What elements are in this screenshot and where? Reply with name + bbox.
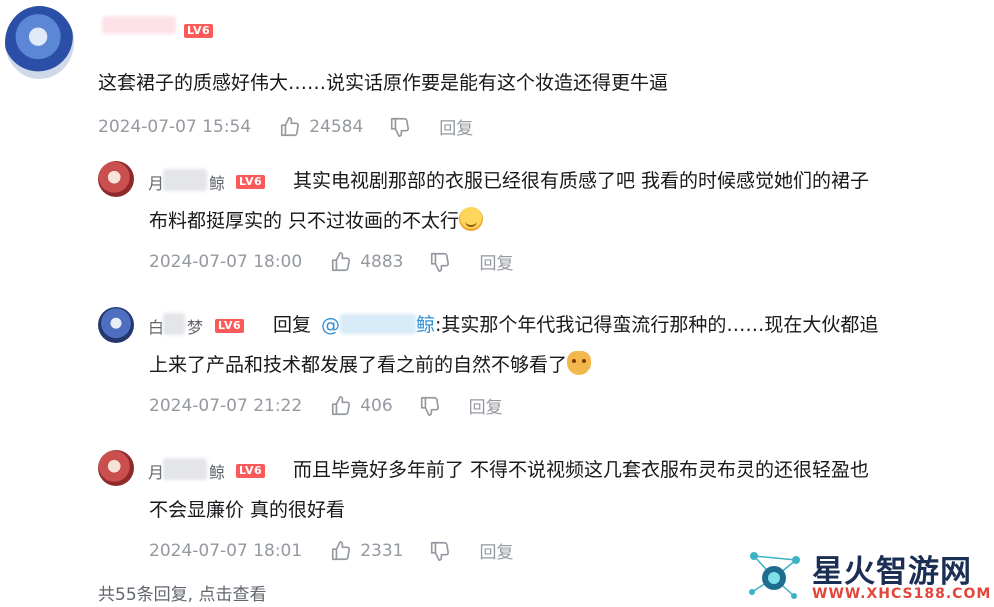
username-masked — [163, 313, 185, 335]
comment-text-line1: 而且毕竟好多年前了 不得不说视频这几套衣服布灵布灵的还很轻盈也 — [293, 459, 870, 481]
reply-button[interactable]: 回复 — [439, 114, 473, 139]
mention-masked — [340, 314, 417, 334]
comment-text: :其实那个年代我记得蛮流行那种的……现在大伙都追 — [435, 314, 879, 336]
like-button[interactable]: 24584 — [279, 116, 363, 138]
comment-time: 2024-07-07 15:54 — [98, 116, 252, 137]
mention-at: @ — [321, 314, 341, 336]
thumbs-down-icon — [431, 252, 450, 272]
comment-text-line2: 布料都挺厚实的 只不过妆画的不太行 — [149, 202, 484, 240]
reply-button[interactable]: 回复 — [469, 393, 503, 418]
username-start[interactable]: 白 — [148, 314, 164, 338]
watermark: 星火智游网 WWW.XHCS188.COM — [744, 546, 992, 604]
network-logo-icon — [749, 552, 800, 599]
reply-button[interactable]: 回复 — [479, 249, 513, 274]
comment-text-line1: 回复 @ 鲸:其实那个年代我记得蛮流行那种的……现在大伙都追 — [273, 306, 878, 344]
dislike-button[interactable] — [389, 116, 411, 138]
comment-text: 上来了产品和技术都发展了看之前的自然不够看了 — [149, 354, 568, 376]
thumbs-up-icon — [332, 540, 351, 560]
comment-text: 这套裙子的质感好伟大……说实话原作要是能有这个妆造还得更牛逼 — [98, 72, 669, 94]
comment-text-line2: 不会显廉价 真的很好看 — [149, 499, 346, 521]
like-button[interactable]: 4883 — [330, 251, 403, 273]
like-count: 2331 — [360, 540, 404, 561]
comment-meta: 2024-07-07 15:54 24584 回复 — [98, 114, 473, 140]
comment-meta: 2024-07-07 18:01 2331 回复 — [149, 538, 513, 564]
comment-time: 2024-07-07 18:00 — [149, 251, 303, 272]
like-count: 406 — [360, 395, 393, 416]
reply-prefix: 回复 — [273, 314, 312, 336]
watermark-title: 星火智游网 — [812, 554, 972, 590]
comment-text-line1: 其实电视剧那部的衣服已经很有质感了吧 我看的时候感觉她们的裙子 — [293, 170, 870, 192]
username-start[interactable]: 月 — [148, 459, 164, 483]
username-end[interactable]: 梦 — [187, 314, 203, 338]
avatar[interactable] — [98, 307, 134, 343]
level-badge: LV6 — [215, 319, 245, 333]
cat-emoji-icon — [567, 351, 592, 375]
comment-meta: 2024-07-07 21:22 406 回复 — [149, 393, 503, 419]
like-count: 24584 — [309, 116, 364, 137]
username-start[interactable]: 月 — [148, 170, 164, 194]
username-masked — [163, 169, 207, 191]
laugh-emoji-icon — [459, 207, 484, 231]
avatar[interactable] — [5, 6, 74, 79]
avatar[interactable] — [98, 450, 134, 486]
reply-button[interactable]: 回复 — [479, 538, 513, 563]
comment-time: 2024-07-07 18:01 — [149, 540, 303, 561]
view-all-replies-link[interactable]: 共55条回复, 点击查看 — [98, 580, 266, 605]
username-masked — [163, 458, 207, 480]
comment-time: 2024-07-07 21:22 — [149, 395, 303, 416]
avatar[interactable] — [98, 161, 134, 197]
comment-meta: 2024-07-07 18:00 4883 回复 — [149, 249, 513, 275]
thumbs-down-icon — [391, 117, 410, 137]
thumbs-down-icon — [431, 541, 450, 561]
comment-text: 布料都挺厚实的 只不过妆画的不太行 — [149, 210, 460, 232]
username-masked[interactable] — [102, 16, 176, 34]
thumbs-up-icon — [332, 395, 351, 415]
level-badge: LV6 — [184, 24, 214, 38]
like-button[interactable]: 2331 — [330, 540, 403, 562]
watermark-url: WWW.XHCS188.COM — [812, 586, 992, 602]
level-badge: LV6 — [236, 175, 266, 189]
mention-end: 鲸 — [416, 314, 436, 336]
username-end[interactable]: 鲸 — [209, 170, 225, 194]
thumbs-down-icon — [420, 396, 439, 416]
mention-link[interactable]: @ 鲸 — [321, 314, 435, 336]
level-badge: LV6 — [236, 464, 266, 478]
username-end[interactable]: 鲸 — [209, 459, 225, 483]
comment-text-line2: 上来了产品和技术都发展了看之前的自然不够看了 — [149, 346, 592, 384]
like-count: 4883 — [360, 251, 404, 272]
dislike-button[interactable] — [419, 395, 441, 417]
dislike-button[interactable] — [429, 251, 451, 273]
thumbs-up-icon — [332, 251, 351, 271]
thumbs-up-icon — [281, 116, 300, 136]
like-button[interactable]: 406 — [330, 395, 393, 417]
dislike-button[interactable] — [429, 540, 451, 562]
